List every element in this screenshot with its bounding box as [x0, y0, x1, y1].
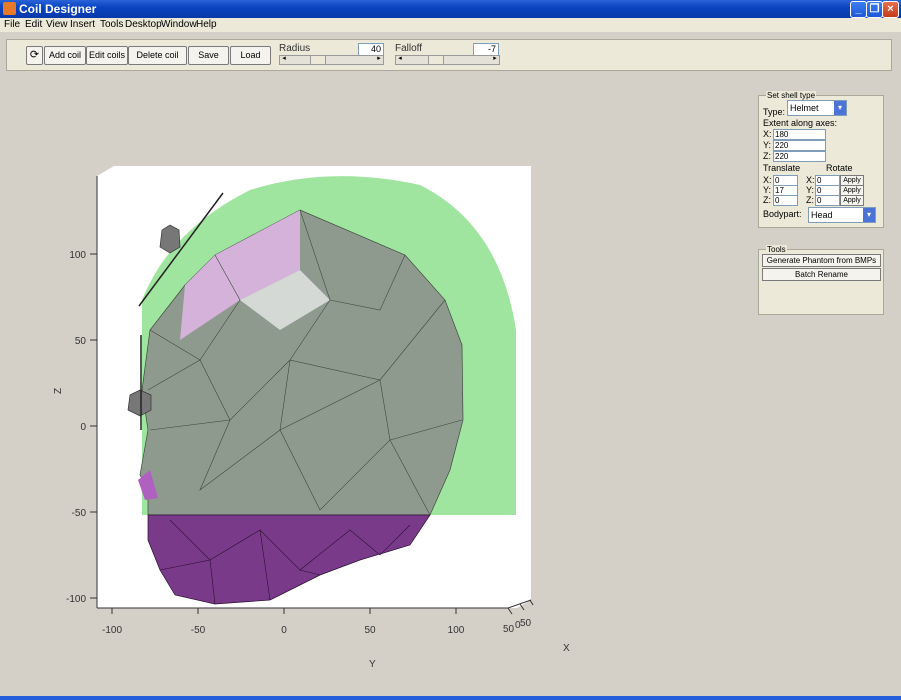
y-tick-label: 50	[364, 625, 376, 636]
y-tick-label: 0	[281, 625, 287, 636]
x-tick-label: 50	[503, 624, 515, 635]
y-axis-label: Y	[369, 659, 376, 670]
y-ticks	[111, 608, 457, 614]
z-tick-label: -100	[66, 594, 86, 605]
y-tick-label: -100	[102, 625, 122, 636]
z-tick-label: -50	[72, 508, 87, 519]
z-axis-label: Z	[53, 388, 64, 394]
coil-marker-front[interactable]	[127, 389, 152, 417]
z-tick-label: 50	[75, 336, 87, 347]
z-tick-label: 100	[69, 250, 86, 261]
x-tick-label: 50	[520, 618, 532, 629]
y-tick-label: 100	[448, 625, 465, 636]
x-axis-label: X	[563, 643, 570, 654]
plot-area[interactable]: 100 50 0 -50 -100 Z -100 -50 0 50 100 Y …	[0, 0, 901, 700]
z-ticks	[90, 253, 97, 599]
taskbar	[0, 696, 901, 700]
y-tick-label: -50	[191, 625, 206, 636]
z-tick-label: 0	[80, 422, 86, 433]
coil-marker-top[interactable]	[159, 224, 181, 254]
